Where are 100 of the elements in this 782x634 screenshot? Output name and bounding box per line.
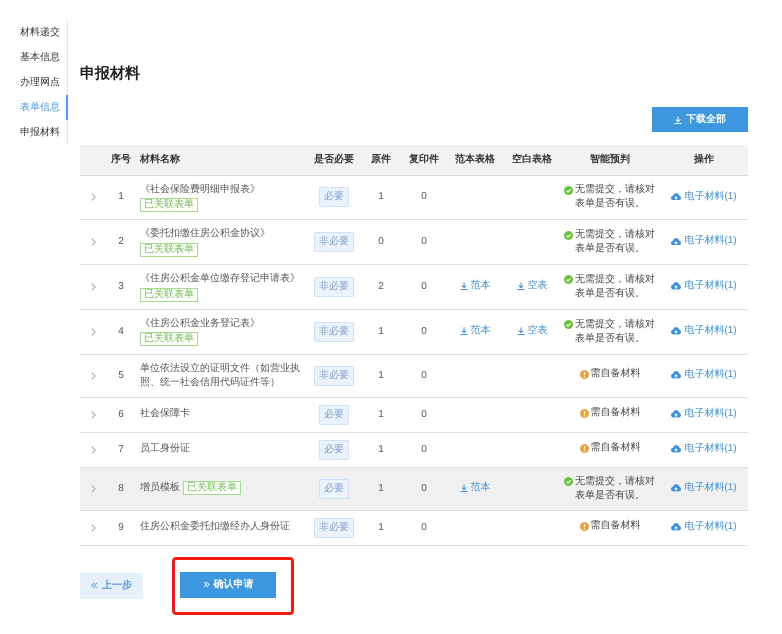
chevron-right-icon[interactable] xyxy=(90,446,96,454)
double-chevron-left-icon xyxy=(91,582,98,590)
judgment-text: 无需提交，请核对表单是否有误。 xyxy=(575,318,656,346)
electronic-material-link[interactable]: 电子材料(1) xyxy=(671,442,737,456)
necessity-badge: 非必要 xyxy=(314,366,354,386)
row-number: 4 xyxy=(118,326,124,337)
warning-icon xyxy=(580,522,588,531)
linked-form-tag: 已关联表单 xyxy=(140,242,198,257)
electronic-material-link[interactable]: 电子材料(1) xyxy=(671,368,737,382)
row-number: 1 xyxy=(118,191,124,202)
necessity-badge: 非必要 xyxy=(314,322,354,342)
cloud-upload-icon xyxy=(671,484,682,492)
sidebar-item[interactable]: 办理网点 xyxy=(0,70,68,95)
copy-count: 0 xyxy=(421,482,427,494)
sidebar-item[interactable]: 材料递交 xyxy=(0,20,68,45)
row-number: 6 xyxy=(118,408,124,420)
copy-count: 0 xyxy=(421,326,427,337)
original-count: 1 xyxy=(378,482,384,494)
column-header: 复印件 xyxy=(402,145,446,175)
necessity-badge: 非必要 xyxy=(314,232,354,252)
column-header: 序号 xyxy=(106,145,136,175)
electronic-material-link[interactable]: 电子材料(1) xyxy=(671,234,737,248)
column-header: 操作 xyxy=(660,145,748,175)
warning-icon xyxy=(580,444,588,453)
chevron-right-icon[interactable] xyxy=(90,282,96,291)
chevron-right-icon[interactable] xyxy=(90,524,96,532)
row-number: 2 xyxy=(118,236,124,248)
row-number: 7 xyxy=(118,444,124,455)
cloud-upload-icon xyxy=(671,192,682,200)
blank-form-link[interactable]: 空表 xyxy=(516,324,548,338)
sidebar-item[interactable]: 表单信息 xyxy=(0,95,68,120)
column-header: 原件 xyxy=(360,145,402,175)
double-chevron-right-icon xyxy=(202,581,210,588)
material-name: 住房公积金委托扣缴经办人身份证 xyxy=(140,520,290,534)
download-all-button[interactable]: 下载全部 xyxy=(652,107,748,132)
column-header: 智能预判 xyxy=(560,145,660,175)
chevron-right-icon[interactable] xyxy=(90,328,96,336)
sample-form-link[interactable]: 范本 xyxy=(460,278,490,293)
electronic-material-link[interactable]: 电子材料(1) xyxy=(671,190,737,204)
column-header: 范本表格 xyxy=(446,145,504,175)
blank-form-link[interactable]: 空表 xyxy=(516,278,548,293)
copy-count: 0 xyxy=(421,280,427,292)
download-icon xyxy=(516,326,524,335)
material-name: 《住房公积金业务登记表》 xyxy=(140,316,260,331)
download-icon xyxy=(460,484,468,492)
copy-count: 0 xyxy=(421,444,427,455)
sidebar-item[interactable]: 基本信息 xyxy=(0,45,68,70)
necessity-badge: 必要 xyxy=(319,440,349,460)
electronic-material-link[interactable]: 电子材料(1) xyxy=(671,406,737,421)
check-circle-icon xyxy=(564,477,573,486)
original-count: 1 xyxy=(378,370,384,381)
necessity-badge: 非必要 xyxy=(314,276,354,297)
chevron-right-icon[interactable] xyxy=(90,193,96,202)
cloud-upload-icon xyxy=(671,327,682,335)
linked-form-tag: 已关联表单 xyxy=(140,288,198,302)
chevron-right-icon[interactable] xyxy=(90,238,96,246)
necessity-badge: 必要 xyxy=(319,187,349,208)
judgment-text: 需自备材料 xyxy=(590,441,640,456)
previous-step-button[interactable]: 上一步 xyxy=(80,572,143,599)
column-header: 是否必要 xyxy=(308,145,360,175)
material-name: 《委托扣缴住房公积金协议》 xyxy=(140,227,270,242)
electronic-material-link[interactable]: 电子材料(1) xyxy=(671,324,737,338)
electronic-material-link[interactable]: 电子材料(1) xyxy=(671,520,737,534)
cloud-upload-icon xyxy=(671,445,682,452)
sample-form-link[interactable]: 范本 xyxy=(460,324,490,338)
sample-form-link[interactable]: 范本 xyxy=(460,480,490,495)
electronic-material-link[interactable]: 电子材料(1) xyxy=(671,279,737,294)
page-title: 申报材料 xyxy=(80,65,141,83)
download-icon xyxy=(674,116,682,124)
download-icon xyxy=(460,326,468,335)
necessity-badge: 必要 xyxy=(319,404,349,425)
original-count: 0 xyxy=(378,236,384,248)
material-name: 增员模板 xyxy=(140,481,180,496)
cloud-upload-icon xyxy=(671,371,682,378)
original-count: 1 xyxy=(378,444,384,455)
linked-form-tag: 已关联表单 xyxy=(183,481,241,496)
linked-form-tag: 已关联表单 xyxy=(140,332,198,346)
check-circle-icon xyxy=(564,320,573,330)
chevron-right-icon[interactable] xyxy=(90,484,96,493)
confirm-button[interactable]: 确认申请 xyxy=(180,572,276,598)
material-name: 《住房公积金单位缴存登记申请表》 xyxy=(140,272,300,286)
row-number: 5 xyxy=(118,370,124,381)
row-number: 8 xyxy=(118,482,124,494)
original-count: 1 xyxy=(378,522,384,533)
chevron-right-icon[interactable] xyxy=(90,410,96,419)
table-header-cell xyxy=(80,145,106,175)
judgment-text: 无需提交，请核对表单是否有误。 xyxy=(575,474,656,503)
row-number: 9 xyxy=(118,522,124,533)
original-count: 1 xyxy=(378,191,384,202)
sidebar-item[interactable]: 申报材料 xyxy=(0,120,68,145)
download-icon xyxy=(516,282,524,290)
warning-icon xyxy=(580,408,588,418)
copy-count: 0 xyxy=(421,370,427,381)
material-name: 社会保障卡 xyxy=(140,407,190,422)
necessity-badge: 非必要 xyxy=(314,518,354,538)
chevron-right-icon[interactable] xyxy=(90,372,96,380)
copy-count: 0 xyxy=(421,191,427,202)
column-header: 材料名称 xyxy=(136,145,308,175)
necessity-badge: 必要 xyxy=(319,478,349,499)
cloud-upload-icon xyxy=(671,238,682,246)
